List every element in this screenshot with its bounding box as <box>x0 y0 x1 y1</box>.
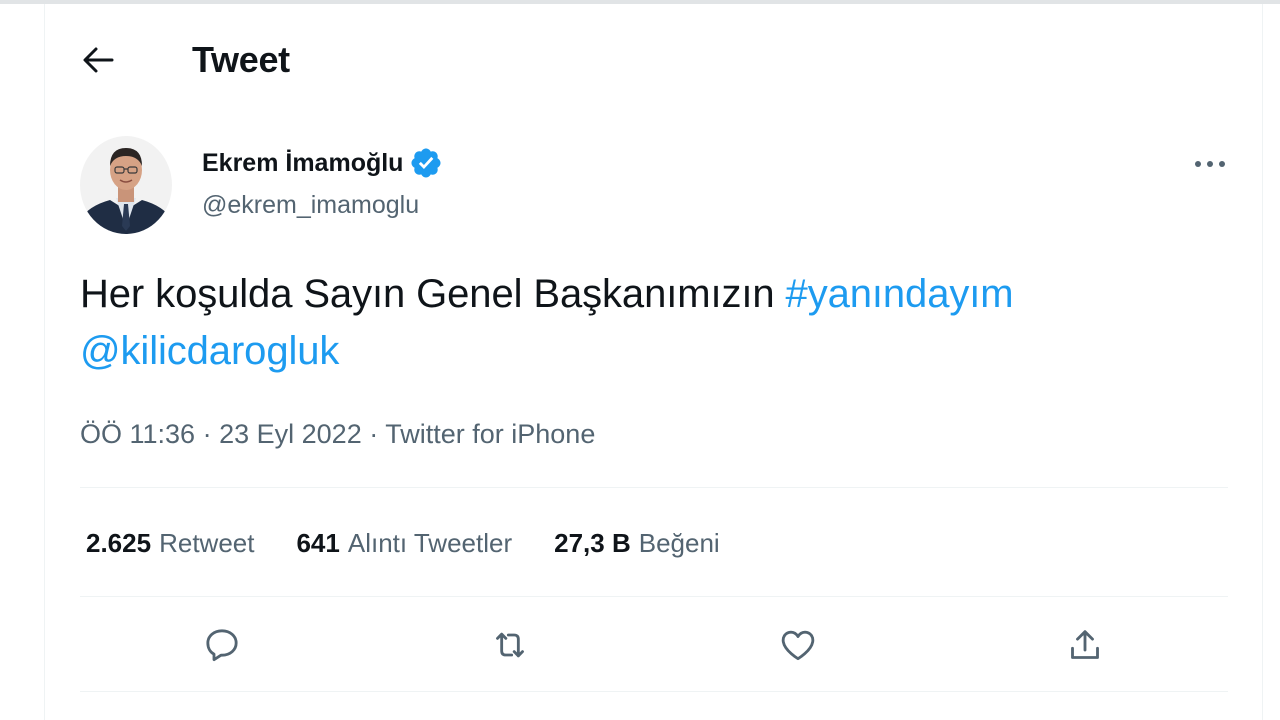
share-icon <box>1071 630 1099 659</box>
top-border <box>0 0 1280 4</box>
like-button[interactable] <box>773 620 823 670</box>
stat-label: Beğeni <box>638 528 720 558</box>
avatar[interactable] <box>80 136 172 234</box>
stat-label: Retweet <box>159 528 255 558</box>
tweet-meta: ÖÖ 11:36 · 23 Eyl 2022 · Twitter for iPh… <box>80 416 595 452</box>
author-name: Ekrem İmamoğlu <box>202 149 404 177</box>
back-button[interactable] <box>72 38 124 82</box>
avatar-photo <box>80 136 172 234</box>
divider <box>80 487 1228 488</box>
stat-label: Alıntı Tweetler <box>347 528 513 558</box>
column-border-left <box>44 4 45 720</box>
retweet-icon <box>496 632 524 658</box>
stat-value: 27,3 B <box>554 528 631 558</box>
quote-tweet-count[interactable]: 641 Alıntı Tweetler <box>296 524 512 562</box>
meta-separator: · <box>369 419 379 449</box>
tweet-page: Tweet Ekrem İmamoğlu @ekrem_imamoglu Her… <box>0 0 1280 720</box>
tweet-date[interactable]: 23 Eyl 2022 <box>219 419 362 449</box>
reply-icon <box>206 629 238 662</box>
tweet-text: Her koşulda Sayın Genel Başkanımızın #ya… <box>80 266 1230 380</box>
tweet-actions <box>80 612 1230 678</box>
meta-separator: · <box>202 419 212 449</box>
tweet-stats: 2.625 Retweet 641 Alıntı Tweetler 27,3 B Be… <box>86 524 762 562</box>
more-options-button[interactable] <box>1186 146 1234 182</box>
divider <box>80 691 1228 692</box>
more-horizontal-icon <box>1195 161 1225 167</box>
retweet-button[interactable] <box>485 620 535 670</box>
share-button[interactable] <box>1060 620 1110 670</box>
mention-link[interactable]: @kilicdarogluk <box>80 329 339 373</box>
author-name-row[interactable]: Ekrem İmamoğlu <box>202 146 443 180</box>
tweet-time[interactable]: ÖÖ 11:36 <box>80 419 195 449</box>
divider <box>80 596 1228 597</box>
author-handle[interactable]: @ekrem_imamoglu <box>202 188 419 222</box>
hashtag-link[interactable]: #yanındayım <box>786 272 1014 316</box>
stat-value: 2.625 <box>86 528 152 558</box>
arrow-left-icon <box>83 47 114 73</box>
like-icon <box>781 630 815 661</box>
verified-badge-icon <box>409 146 443 180</box>
column-border-right <box>1262 4 1263 720</box>
reply-button[interactable] <box>197 620 247 670</box>
like-count[interactable]: 27,3 B Beğeni <box>554 524 720 562</box>
page-title: Tweet <box>192 39 290 80</box>
retweet-count[interactable]: 2.625 Retweet <box>86 524 254 562</box>
tweet-text-plain: Her koşulda Sayın Genel Başkanımızın <box>80 272 786 316</box>
tweet-source[interactable]: Twitter for iPhone <box>385 419 595 449</box>
stat-value: 641 <box>296 528 340 558</box>
